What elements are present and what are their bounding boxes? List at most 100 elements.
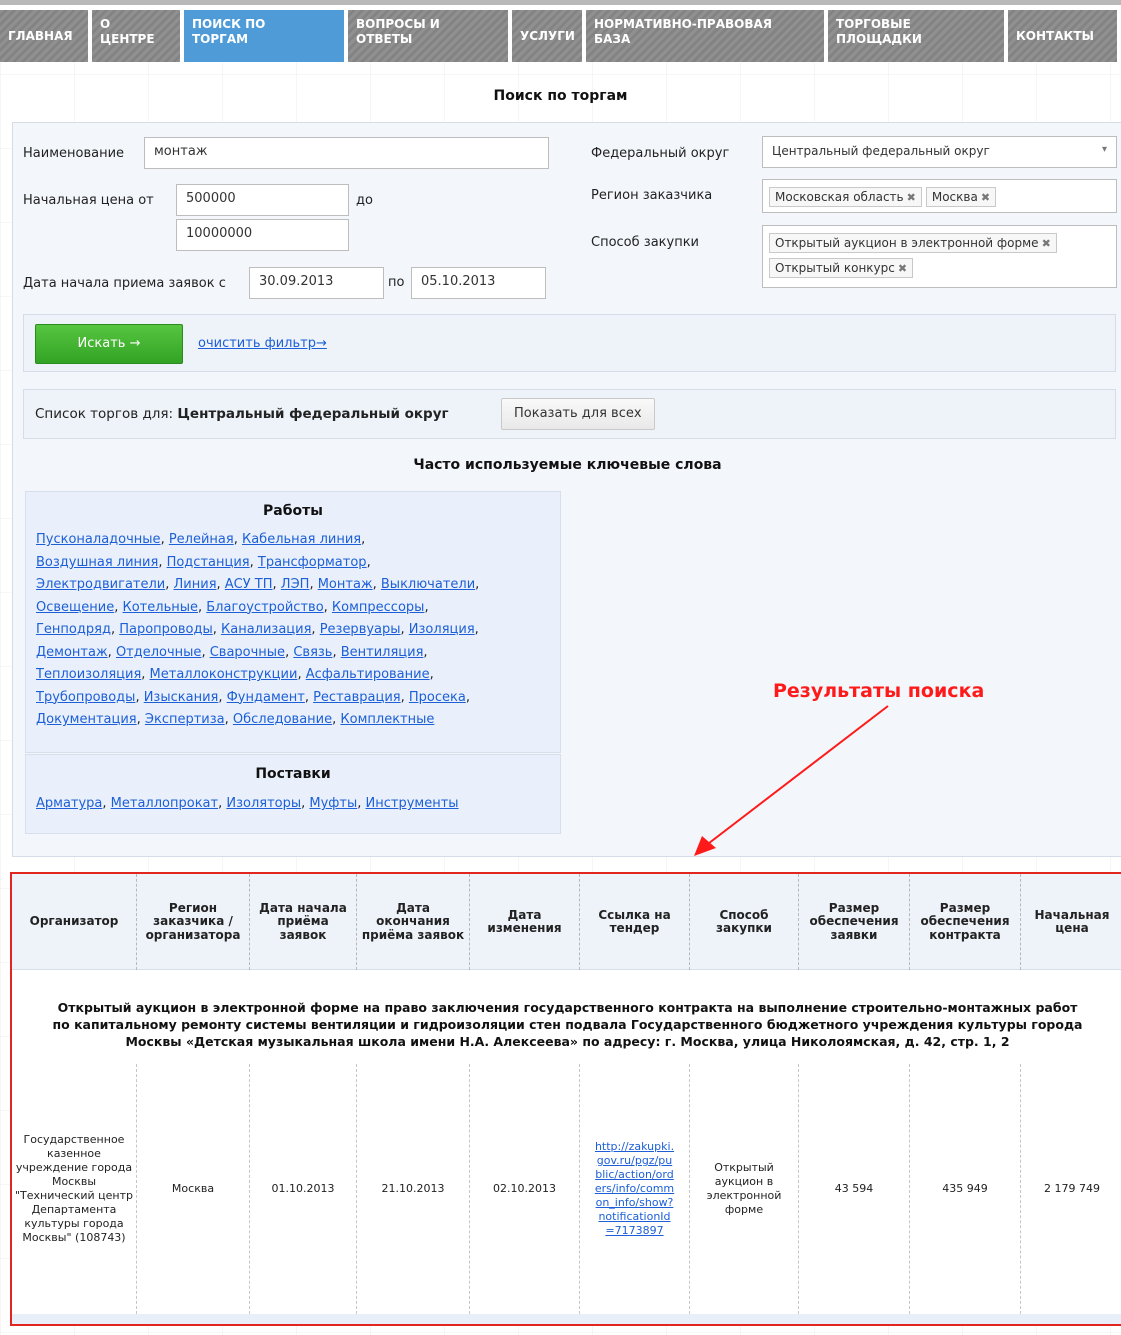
keyword-link[interactable]: Канализация <box>221 622 311 637</box>
keyword-link[interactable]: Металлопрокат <box>111 796 218 811</box>
keyword-line: Арматура, Металлопрокат, Изоляторы, Муфт… <box>36 796 459 811</box>
keyword-link[interactable]: Экспертиза <box>145 712 225 727</box>
keyword-link[interactable]: Обследование <box>233 712 332 727</box>
keyword-link[interactable]: ЛЭП <box>281 577 310 592</box>
keyword-link[interactable]: Генподряд <box>36 622 111 637</box>
keyword-link[interactable]: Трубопроводы <box>36 690 135 705</box>
keyword-link[interactable]: Реставрация <box>313 690 401 705</box>
search-button[interactable]: Искать → <box>35 324 183 364</box>
date-start-cell: 01.10.2013 <box>250 1064 357 1314</box>
column-header[interactable]: Размер обеспечения заявки <box>799 874 910 970</box>
clear-filter-link[interactable]: очистить фильтр→ <box>198 336 327 351</box>
keyword-link[interactable]: Компрессоры <box>332 600 425 615</box>
name-input[interactable]: монтаж <box>144 137 549 169</box>
keyword-link[interactable]: Воздушная линия <box>36 555 158 570</box>
keyword-link[interactable]: Резервуары <box>320 622 401 637</box>
keyword-line: Освещение, Котельные, Благоустройство, К… <box>36 599 429 615</box>
price-to-label: до <box>356 193 373 208</box>
keyword-link[interactable]: Кабельная линия <box>242 532 361 547</box>
nav-item-services[interactable]: УСЛУГИ <box>512 10 582 62</box>
nav-item-trading-platforms[interactable]: ТОРГОВЫЕ ПЛОЩАДКИ <box>828 10 1004 62</box>
price-to-input[interactable]: 10000000 <box>176 219 349 251</box>
column-header[interactable]: Дата начала приёма заявок <box>250 874 357 970</box>
remove-icon[interactable]: ✖ <box>981 191 990 204</box>
keyword-link[interactable]: Выключатели <box>381 577 475 592</box>
search-actions-panel <box>23 314 1116 372</box>
keyword-link[interactable]: Инструменты <box>366 796 459 811</box>
method-label: Способ закупки <box>591 235 700 250</box>
nav-item-regulations[interactable]: НОРМАТИВНО-ПРАВОВАЯ БАЗА <box>586 10 824 62</box>
keyword-link[interactable]: Муфты <box>309 796 357 811</box>
keyword-line: Генподряд, Паропроводы, Канализация, Рез… <box>36 622 479 637</box>
tender-link[interactable]: http://zakupki.gov.ru/pgz/public/action/… <box>595 1140 675 1238</box>
date-changed-cell: 02.10.2013 <box>470 1064 580 1314</box>
region-tagbox[interactable]: Московская область ✖ Москва ✖ <box>762 179 1117 213</box>
method-tag: Открытый конкурс ✖ <box>769 258 914 278</box>
keyword-link[interactable]: Электродвигатели <box>36 577 165 592</box>
keyword-link[interactable]: Вентиляция <box>341 645 424 660</box>
keyword-link[interactable]: АСУ ТП <box>225 577 273 592</box>
keyword-link[interactable]: Трансформатор <box>258 555 367 570</box>
start-price-cell: 2 179 749 <box>1044 1182 1100 1195</box>
column-header[interactable]: Организатор <box>12 874 137 970</box>
nav-item-about[interactable]: О ЦЕНТРЕ <box>92 10 180 62</box>
price-from-input[interactable]: 500000 <box>176 184 349 216</box>
date-label: Дата начала приема заявок с <box>23 276 226 291</box>
keyword-link[interactable]: Сварочные <box>210 645 285 660</box>
keyword-link[interactable]: Металлоконструкции <box>150 667 298 682</box>
nav-item-contacts[interactable]: КОНТАКТЫ <box>1008 10 1117 62</box>
region-tag-label: Московская область <box>775 190 904 204</box>
column-header[interactable]: Дата изменения <box>470 874 580 970</box>
column-header[interactable]: Регион заказчика / организатора <box>137 874 250 970</box>
column-header[interactable]: Ссылка на тендер <box>580 874 690 970</box>
column-header[interactable]: Размер обеспечения контракта <box>910 874 1021 970</box>
keyword-line: Воздушная линия, Подстанция, Трансформат… <box>36 554 371 570</box>
organizer-cell: Государственное казенное учреждение горо… <box>12 1064 137 1314</box>
remove-icon[interactable]: ✖ <box>898 262 907 275</box>
keyword-link[interactable]: Монтаж <box>318 577 373 592</box>
district-select[interactable]: Центральный федеральный округ ▾ <box>762 136 1117 168</box>
keyword-link[interactable]: Теплоизоляция <box>36 667 141 682</box>
keyword-link[interactable]: Комплектные <box>340 712 434 727</box>
supplies-title: Поставки <box>255 766 331 782</box>
date-from-input[interactable]: 30.09.2013 <box>249 267 384 299</box>
name-label: Наименование <box>23 146 125 161</box>
district-label: Федеральный округ <box>591 146 730 161</box>
method-tag: Открытый аукцион в электронной форме ✖ <box>769 233 1057 253</box>
region-tag: Москва ✖ <box>925 187 997 207</box>
keyword-link[interactable]: Благоустройство <box>206 600 323 615</box>
show-all-button[interactable]: Показать для всех <box>501 398 655 430</box>
keyword-link[interactable]: Асфальтирование <box>306 667 430 682</box>
keyword-link[interactable]: Релейная <box>169 532 234 547</box>
keyword-link[interactable]: Освещение <box>36 600 114 615</box>
remove-icon[interactable]: ✖ <box>1042 237 1051 250</box>
keyword-link[interactable]: Фундамент <box>227 690 305 705</box>
column-header[interactable]: Способ закупки <box>690 874 799 970</box>
keyword-link[interactable]: Изыскания <box>144 690 219 705</box>
date-to-input[interactable]: 05.10.2013 <box>411 267 546 299</box>
keyword-link[interactable]: Котельные <box>123 600 199 615</box>
method-tagbox[interactable]: Открытый аукцион в электронной форме ✖ От… <box>762 225 1117 288</box>
keyword-link[interactable]: Линия <box>174 577 217 592</box>
page-title: Поиск по торгам <box>493 88 628 104</box>
nav-item-tender-search[interactable]: ПОИСК ПО ТОРГАМ <box>184 10 344 62</box>
keyword-link[interactable]: Арматура <box>36 796 102 811</box>
keyword-link[interactable]: Изоляторы <box>226 796 301 811</box>
keyword-link[interactable]: Документация <box>36 712 137 727</box>
keyword-link[interactable]: Изоляция <box>409 622 475 637</box>
works-title: Работы <box>263 503 323 519</box>
keyword-link[interactable]: Просека <box>409 690 466 705</box>
supplies-keywords-box: Поставки Арматура, Металлопрокат, Изолят… <box>25 754 561 834</box>
keyword-link[interactable]: Подстанция <box>167 555 250 570</box>
top-strip <box>0 0 1121 10</box>
keyword-link[interactable]: Отделочные <box>116 645 202 660</box>
keyword-link[interactable]: Демонтаж <box>36 645 108 660</box>
keyword-link[interactable]: Связь <box>293 645 332 660</box>
column-header[interactable]: Начальная цена <box>1021 874 1121 970</box>
nav-item-home[interactable]: ГЛАВНАЯ <box>0 10 88 62</box>
column-header[interactable]: Дата окончания приёма заявок <box>357 874 470 970</box>
keyword-link[interactable]: Паропроводы <box>119 622 213 637</box>
nav-item-faq[interactable]: ВОПРОСЫ И ОТВЕТЫ <box>348 10 508 62</box>
remove-icon[interactable]: ✖ <box>907 191 916 204</box>
keyword-link[interactable]: Пусконаладочные <box>36 532 161 547</box>
